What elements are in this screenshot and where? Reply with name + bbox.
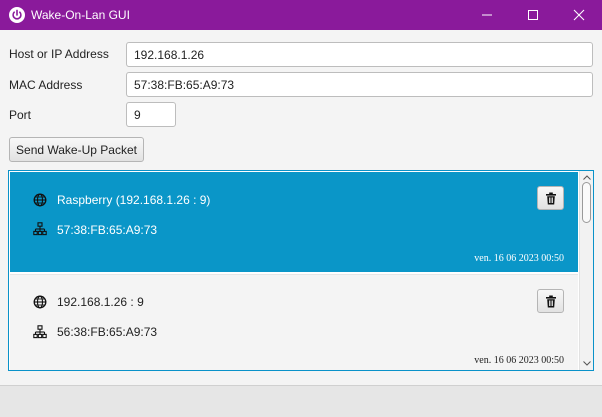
delete-button[interactable] (537, 186, 564, 210)
network-icon (33, 325, 47, 339)
window-title: Wake-On-Lan GUI (31, 8, 130, 22)
port-label: Port (9, 108, 32, 122)
host-label: Host or IP Address (9, 47, 109, 61)
trash-icon (545, 192, 556, 204)
scroll-down-arrow-icon[interactable] (583, 361, 591, 366)
send-wake-up-button[interactable]: Send Wake-Up Packet (9, 137, 144, 162)
item-date: ven. 16 06 2023 00:50 (474, 253, 564, 264)
vertical-scrollbar[interactable] (579, 171, 593, 370)
history-list: Raspberry (192.168.1.26 : 9) 57:38:FB:65… (8, 170, 594, 371)
list-item[interactable]: Raspberry (192.168.1.26 : 9) 57:38:FB:65… (10, 172, 578, 272)
network-icon (33, 222, 47, 236)
trash-icon (545, 295, 556, 307)
list-item[interactable]: 192.168.1.26 : 9 56:38:FB:65:A9:73 ven. … (10, 274, 578, 370)
close-icon (573, 9, 585, 21)
item-mac: 57:38:FB:65:A9:73 (57, 223, 158, 237)
scroll-up-arrow-icon[interactable] (583, 175, 591, 180)
maximize-button[interactable] (510, 0, 556, 30)
item-date: ven. 16 06 2023 00:50 (474, 355, 564, 366)
item-mac: 56:38:FB:65:A9:73 (57, 325, 158, 339)
item-host: 192.168.1.26 : 9 (57, 295, 144, 309)
globe-icon (33, 193, 47, 207)
minimize-icon (482, 14, 492, 16)
host-input[interactable] (126, 42, 593, 67)
title-bar: Wake-On-Lan GUI (0, 0, 602, 30)
mac-input[interactable] (126, 72, 593, 97)
item-host: Raspberry (192.168.1.26 : 9) (57, 193, 211, 207)
power-icon (9, 7, 25, 23)
maximize-icon (528, 10, 538, 20)
globe-icon (33, 295, 47, 309)
delete-button[interactable] (537, 289, 564, 313)
minimize-button[interactable] (464, 0, 510, 30)
close-button[interactable] (556, 0, 602, 30)
scroll-thumb[interactable] (582, 182, 591, 223)
mac-label: MAC Address (9, 78, 83, 92)
status-bar (0, 385, 602, 417)
port-input[interactable] (126, 102, 176, 127)
